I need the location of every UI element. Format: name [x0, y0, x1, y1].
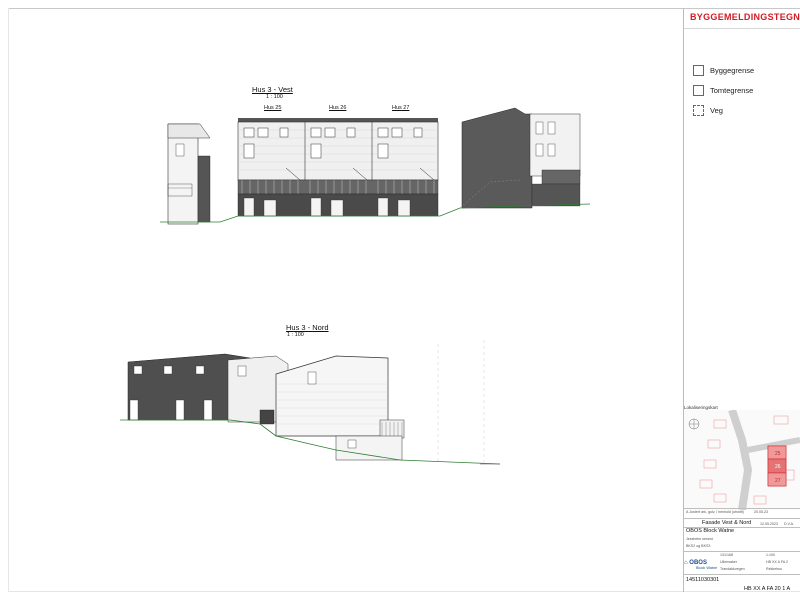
- neighbor-building-left: [167, 123, 211, 225]
- scale-value: 1:100: [766, 553, 775, 557]
- map-unit-27: 27: [775, 478, 781, 484]
- revision-date: 20.05.23: [754, 510, 768, 514]
- legend: Byggegrense Tomtegrense Veg: [693, 60, 754, 120]
- drawing-date: 12.05.2023: [760, 522, 778, 526]
- drawing-number: HB XX A FA 20 1 A: [744, 586, 791, 592]
- frame-bottom-line: [8, 591, 800, 592]
- drawing-title: Fasade Vest & Nord: [702, 520, 752, 526]
- legend-label: Byggegrense: [710, 65, 755, 75]
- view-title-vest: Hus 3 - Vest: [252, 85, 293, 94]
- legend-symbol: [693, 104, 704, 116]
- building-type: Rekkehus: [766, 567, 782, 571]
- logo-icon: ⌂: [684, 560, 688, 566]
- elevation-nord: [120, 340, 501, 465]
- view-title-nord: Hus 3 - Nord: [286, 323, 329, 332]
- view-scale-vest: 1 : 100: [266, 94, 283, 100]
- project-number: 14511030301: [686, 577, 720, 583]
- revision-note: A Justert ark, gulv, i henhold (utsnitt): [686, 510, 744, 514]
- address: Trandakkvegen: [720, 567, 745, 571]
- terrace-house-facade: [237, 118, 439, 217]
- legend-symbol: [693, 84, 704, 96]
- map-unit-25: 25: [775, 451, 781, 457]
- building-front: [275, 355, 405, 461]
- legend-item-veg: Veg: [693, 100, 754, 120]
- project-phase: BKS2 og BKS3: [686, 544, 711, 548]
- legend-label: Tomtegrense: [710, 85, 754, 95]
- drawing-code-short: HB XX A FA 2: [766, 560, 788, 564]
- drawing-sheet: BYGGEMELDINGSTEGNIN Byggegrense Tomtegre…: [0, 0, 800, 600]
- legend-item-byggegrense: Byggegrense: [693, 60, 754, 80]
- frame-left-line: [8, 8, 9, 592]
- drawn-by: D.V.A.: [784, 522, 795, 526]
- legend-symbol: [693, 64, 704, 76]
- sheet-header-title: BYGGEMELDINGSTEGNIN: [690, 12, 800, 22]
- map-unit-26: 26: [775, 464, 781, 470]
- legend-label: Veg: [710, 105, 723, 115]
- frame-top-line: [8, 8, 800, 9]
- neighbor-building-right: [461, 107, 581, 209]
- elevation-vest: [160, 107, 591, 225]
- header-rule: [684, 28, 800, 29]
- title-block: A Justert ark, gulv, i henhold (utsnitt)…: [684, 508, 800, 592]
- location-map: 25 26 27: [684, 410, 800, 510]
- logo-subtitle: Block Watne: [696, 566, 718, 570]
- municipality: Ullensaker: [720, 560, 737, 564]
- company-name: OBOS Block Watne: [686, 528, 735, 534]
- project-name: Jessheim senest: [686, 537, 713, 541]
- gnr-bnr: 131/168: [720, 553, 733, 557]
- legend-item-tomtegrense: Tomtegrense: [693, 80, 754, 100]
